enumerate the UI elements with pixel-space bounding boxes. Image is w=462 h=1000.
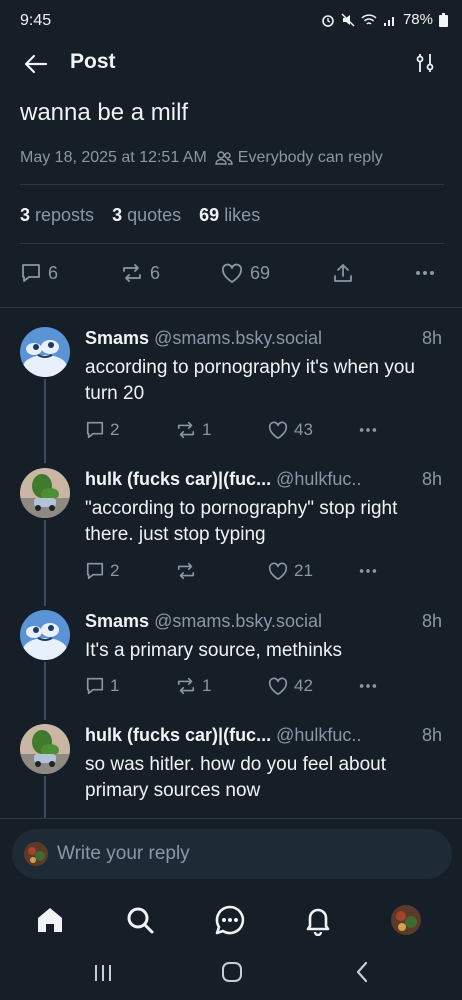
repost-icon: [177, 421, 195, 439]
reply-setting-label: Everybody can reply: [237, 149, 383, 166]
reply-input-placeholder[interactable]: Write your reply: [57, 843, 190, 865]
back-arrow-icon[interactable]: [22, 50, 50, 78]
avatar[interactable]: [20, 610, 70, 660]
reply-author[interactable]: hulk (fucks car)|(fuc... @hulkfuc..: [85, 469, 361, 490]
reply-composer[interactable]: Write your reply: [12, 829, 452, 879]
reply-actions: 2 1 43: [85, 420, 385, 442]
reply-time: 8h: [421, 725, 442, 745]
post-header: Post: [0, 44, 462, 84]
status-bar: 9:45 78%: [0, 0, 462, 44]
post-text: wanna be a milf: [20, 99, 189, 126]
share-icon: [334, 264, 352, 282]
repost-button[interactable]: 6: [120, 262, 160, 284]
home-icon[interactable]: [34, 904, 66, 936]
repost-button[interactable]: [175, 561, 197, 581]
more-button[interactable]: [357, 561, 379, 581]
divider: [20, 243, 444, 244]
share-button[interactable]: [332, 262, 354, 284]
bottom-tab-bar: [0, 890, 462, 950]
reply-author[interactable]: hulk (fucks car)|(fuc... @hulkfuc..: [85, 725, 361, 746]
back-nav-icon[interactable]: [352, 960, 372, 984]
like-button[interactable]: 43: [267, 420, 313, 440]
repost-button[interactable]: 1: [175, 420, 211, 440]
home-button-icon[interactable]: [220, 960, 244, 984]
post-actions: 6 6 69: [20, 262, 444, 288]
thread-settings-icon[interactable]: [414, 52, 436, 74]
reply-actions: 1 1 42: [85, 676, 385, 698]
wifi-icon: [361, 13, 377, 25]
page-title: Post: [70, 50, 116, 73]
like-button[interactable]: 69: [220, 262, 270, 284]
recent-apps-icon[interactable]: [90, 962, 116, 984]
system-navigation-bar: [0, 950, 462, 1000]
reply-post[interactable]: Smams @smams.bsky.social 8h It's a prima…: [0, 608, 462, 708]
reply-button[interactable]: 2: [85, 420, 119, 440]
more-button[interactable]: [357, 420, 379, 440]
heart-icon: [268, 677, 288, 695]
post-date: May 18, 2025 at 12:51 AM: [20, 149, 207, 166]
avatar[interactable]: [20, 327, 70, 377]
reply-icon: [86, 562, 104, 580]
reply-button[interactable]: 1: [85, 676, 119, 696]
notifications-bell-icon[interactable]: [302, 904, 334, 936]
likes-count[interactable]: 69 likes: [199, 205, 260, 226]
avatar[interactable]: [20, 724, 70, 774]
signal-icon: [383, 16, 394, 26]
reply-text: so was hitler. how do you feel about pri…: [85, 754, 387, 801]
reply-time: 8h: [421, 469, 442, 489]
reply-author[interactable]: Smams @smams.bsky.social: [85, 328, 322, 349]
repost-icon: [177, 562, 195, 580]
divider: [0, 307, 462, 308]
user-avatar: [24, 842, 48, 866]
heart-icon: [221, 263, 243, 283]
reply-icon: [86, 421, 104, 439]
more-button[interactable]: [357, 676, 379, 696]
repost-icon: [123, 264, 141, 282]
reply-post[interactable]: hulk (fucks car)|(fuc... @hulkfuc.. 8h "…: [0, 466, 462, 596]
reply-text: "according to pornography" stop right th…: [85, 498, 398, 545]
reply-icon: [22, 264, 40, 282]
mute-icon: [341, 12, 355, 27]
reply-button[interactable]: 2: [85, 561, 119, 581]
status-icons: 78%: [321, 11, 448, 28]
divider: [0, 818, 462, 819]
alarm-icon: [322, 14, 334, 27]
people-icon: [215, 151, 233, 165]
reply-time: 8h: [421, 611, 442, 631]
reposts-count[interactable]: 3 reposts: [20, 205, 94, 226]
repost-icon: [177, 677, 195, 695]
scroll-edge: [0, 84, 462, 98]
status-time: 9:45: [20, 12, 52, 29]
reply-icon: [86, 677, 104, 695]
battery-icon: [439, 12, 448, 27]
engagement-counts: 3 reposts 3 quotes 69 likes: [20, 205, 260, 226]
like-button[interactable]: 42: [267, 676, 313, 696]
divider: [20, 184, 444, 185]
chat-icon[interactable]: [214, 904, 246, 936]
reply-button[interactable]: 6: [20, 262, 58, 284]
heart-icon: [268, 562, 288, 580]
more-options-icon: [359, 684, 377, 688]
heart-icon: [268, 421, 288, 439]
search-icon[interactable]: [124, 904, 156, 936]
avatar[interactable]: [20, 468, 70, 518]
like-button[interactable]: 21: [267, 561, 313, 581]
battery-percent: 78%: [402, 11, 433, 28]
reply-actions: 2 21: [85, 561, 385, 583]
reply-time: 8h: [421, 328, 442, 348]
more-options-icon: [359, 428, 377, 432]
repost-button[interactable]: 1: [175, 676, 211, 696]
quotes-count[interactable]: 3 quotes: [112, 205, 181, 226]
reply-post[interactable]: Smams @smams.bsky.social 8h according to…: [0, 325, 462, 455]
reply-text: according to pornography it's when you t…: [85, 357, 415, 404]
reply-author[interactable]: Smams @smams.bsky.social: [85, 611, 322, 632]
profile-avatar-icon[interactable]: [390, 904, 422, 936]
reply-text: It's a primary source, methinks: [85, 640, 343, 661]
more-options-icon: [359, 569, 377, 573]
reply-post[interactable]: hulk (fucks car)|(fuc... @hulkfuc.. 8h s…: [0, 722, 462, 818]
more-button[interactable]: [414, 262, 436, 284]
post-meta: May 18, 2025 at 12:51 AM Everybody can r…: [20, 149, 383, 167]
more-options-icon: [416, 271, 434, 275]
reply-setting[interactable]: Everybody can reply: [215, 149, 383, 167]
